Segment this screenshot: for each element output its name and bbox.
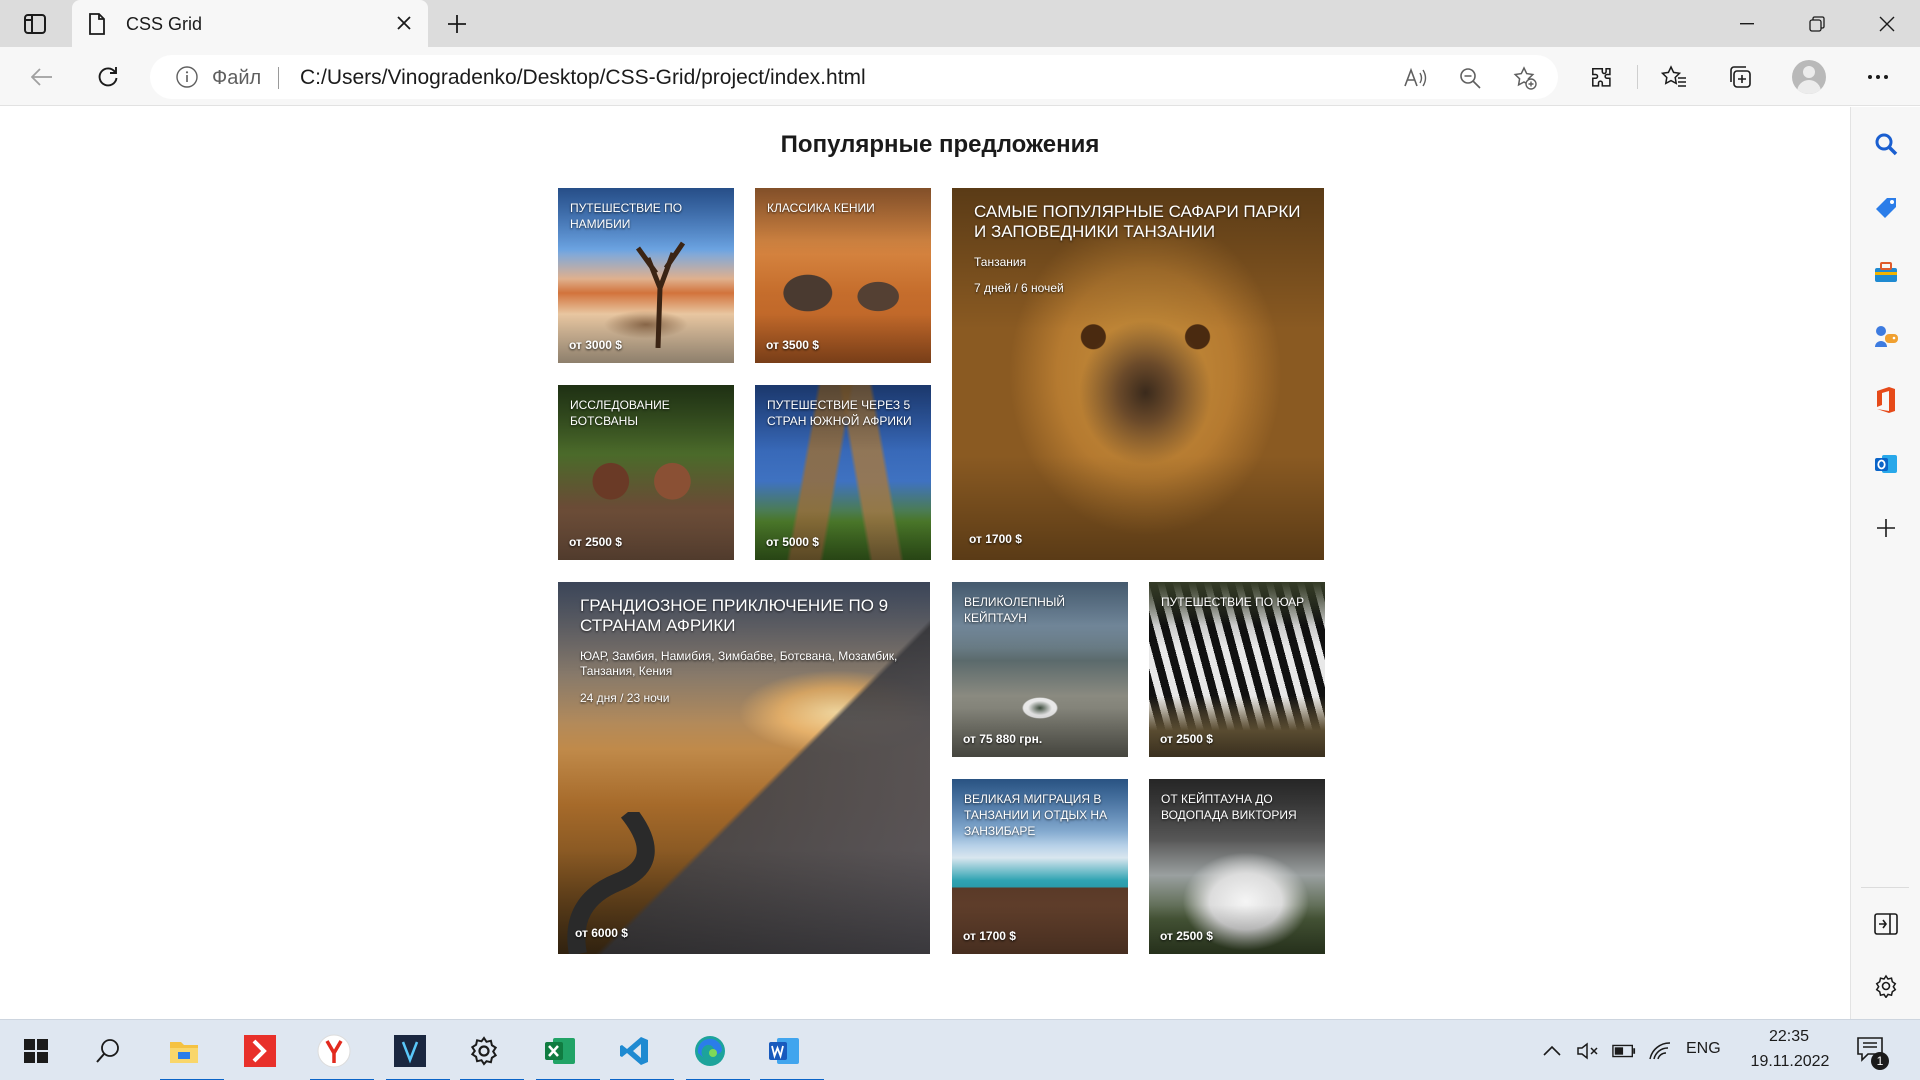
card-price: от 75 880 грн. xyxy=(963,732,1043,746)
collections-icon[interactable] xyxy=(1722,59,1758,95)
close-tab-icon[interactable] xyxy=(392,11,416,35)
card-price: от 3500 $ xyxy=(766,338,819,352)
anydesk-app-icon[interactable] xyxy=(236,1028,284,1074)
settings-gear-icon[interactable] xyxy=(1869,969,1903,1003)
clock-date[interactable]: 19.11.2022 xyxy=(1740,1053,1840,1071)
settings-app-icon[interactable] xyxy=(460,1028,524,1080)
add-favorite-icon[interactable] xyxy=(1510,63,1540,93)
excel-icon[interactable] xyxy=(536,1028,600,1080)
browser-toolbar: Файл C:/Users/Vinogradenko/Desktop/CSS-G… xyxy=(0,47,1920,106)
notification-count-badge: 1 xyxy=(1871,1052,1889,1070)
offer-card-africa-9[interactable]: Грандиозное приключение по 9 странам Афр… xyxy=(558,582,930,954)
tab-bar: CSS Grid xyxy=(0,0,1920,47)
card-duration: 24 дня / 23 ночи xyxy=(580,691,670,705)
show-hidden-icons-chevron-icon[interactable] xyxy=(1540,1039,1564,1063)
tab-css-grid[interactable]: CSS Grid xyxy=(72,0,428,47)
site-info-icon[interactable] xyxy=(176,66,198,93)
card-duration: 7 дней / 6 ночей xyxy=(974,281,1064,295)
language-indicator[interactable]: ENG xyxy=(1686,1040,1721,1058)
offer-card-migration-zanzibar[interactable]: Великая миграция в Танзании и отдых на З… xyxy=(952,779,1128,954)
offer-card-tanzania[interactable]: Самые популярные сафари парки и заповедн… xyxy=(952,188,1324,560)
offer-card-botswana[interactable]: Исследование Ботсваны от 2500 $ xyxy=(558,385,734,560)
card-title: От Кейптауна до водопада Виктория xyxy=(1161,792,1297,822)
word-icon[interactable] xyxy=(760,1028,824,1080)
dead-tree-image xyxy=(635,241,686,348)
card-price: от 3000 $ xyxy=(569,338,622,352)
tab-title: CSS Grid xyxy=(126,14,203,34)
taskbar-search-icon[interactable] xyxy=(84,1028,132,1074)
read-aloud-icon[interactable] xyxy=(1400,63,1430,93)
file-explorer-icon[interactable] xyxy=(160,1028,224,1080)
offer-card-victoria-falls[interactable]: От Кейптауна до водопада Виктория от 250… xyxy=(1149,779,1325,954)
toolbar-divider xyxy=(1637,65,1638,89)
tab-actions-icon[interactable] xyxy=(18,10,52,38)
card-title: Путешествие по ЮАР xyxy=(1161,595,1305,609)
battery-icon[interactable] xyxy=(1612,1039,1636,1063)
add-sidebar-app-icon[interactable] xyxy=(1869,511,1903,545)
back-arrow-icon[interactable] xyxy=(24,59,60,95)
page-title: Популярные предложения xyxy=(780,131,1100,158)
card-title: Путешествие по Намибии xyxy=(570,201,683,231)
reload-icon[interactable] xyxy=(90,59,126,95)
office-icon[interactable] xyxy=(1869,383,1903,417)
profile-avatar[interactable] xyxy=(1792,60,1826,94)
card-price: от 2500 $ xyxy=(569,535,622,549)
card-countries: ЮАР, Замбия, Намибия, Зимбабве, Ботсвана… xyxy=(580,649,898,678)
card-title: Великолепный Кейптаун xyxy=(964,595,1065,625)
card-title: Самые популярные сафари парки и заповедн… xyxy=(974,202,1301,241)
hide-sidebar-icon[interactable] xyxy=(1869,907,1903,941)
offer-card-capetown[interactable]: Великолепный Кейптаун от 75 880 грн. xyxy=(952,582,1128,757)
wifi-icon[interactable] xyxy=(1648,1039,1672,1063)
games-icon[interactable] xyxy=(1869,319,1903,353)
card-price: от 2500 $ xyxy=(1160,732,1213,746)
card-title: Великая миграция в Танзании и отдых на З… xyxy=(964,792,1108,838)
new-tab-icon[interactable] xyxy=(442,9,472,39)
scheme-label: Файл xyxy=(212,67,262,89)
url-text[interactable]: C:/Users/Vinogradenko/Desktop/CSS-Grid/p… xyxy=(300,66,866,90)
address-bar[interactable]: Файл C:/Users/Vinogradenko/Desktop/CSS-G… xyxy=(150,55,1558,99)
offer-card-south-africa[interactable]: Путешествие по ЮАР от 2500 $ xyxy=(1149,582,1325,757)
more-menu-icon[interactable] xyxy=(1860,59,1896,95)
zoom-out-icon[interactable] xyxy=(1455,63,1485,93)
card-price: от 5000 $ xyxy=(766,535,819,549)
windows-start-icon[interactable] xyxy=(12,1028,60,1074)
card-price: от 2500 $ xyxy=(1160,929,1213,943)
extensions-icon[interactable] xyxy=(1583,59,1619,95)
favorites-icon[interactable] xyxy=(1656,59,1692,95)
edge-browser-icon[interactable] xyxy=(686,1028,750,1080)
card-price: от 1700 $ xyxy=(963,929,1016,943)
card-title: Грандиозное приключение по 9 странам Афр… xyxy=(580,596,889,635)
v-app-icon[interactable] xyxy=(386,1028,450,1080)
address-divider xyxy=(278,67,279,89)
tools-icon[interactable] xyxy=(1869,255,1903,289)
edge-sidebar xyxy=(1850,107,1920,1019)
restore-icon[interactable] xyxy=(1786,0,1848,47)
shopping-tag-icon[interactable] xyxy=(1869,191,1903,225)
outlook-icon[interactable] xyxy=(1869,447,1903,481)
vscode-icon[interactable] xyxy=(610,1028,674,1080)
page-icon xyxy=(88,13,106,40)
offer-card-namibia[interactable]: Путешествие по Намибии от 3000 $ xyxy=(558,188,734,363)
close-window-icon[interactable] xyxy=(1856,0,1918,47)
card-country: Танзания xyxy=(974,255,1027,269)
clock-time[interactable]: 22:35 xyxy=(1760,1028,1818,1046)
card-title: Исследование Ботсваны xyxy=(570,398,670,428)
offer-card-five-countries[interactable]: Путешествие через 5 стран Южной Африки о… xyxy=(755,385,931,560)
yandex-browser-icon[interactable] xyxy=(310,1028,374,1080)
volume-muted-icon[interactable] xyxy=(1576,1039,1600,1063)
search-icon[interactable] xyxy=(1869,127,1903,161)
sidebar-divider xyxy=(1861,887,1909,888)
windows-taskbar: ENG 22:35 19.11.2022 1 xyxy=(0,1019,1920,1080)
card-price: от 1700 $ xyxy=(969,532,1022,546)
card-title: Классика Кении xyxy=(767,201,875,215)
web-page: Популярные предложения Путешествие по На… xyxy=(0,107,1850,1019)
card-price: от 6000 $ xyxy=(575,926,628,940)
card-title: Путешествие через 5 стран Южной Африки xyxy=(767,398,912,428)
offer-card-kenya[interactable]: Классика Кении от 3500 $ xyxy=(755,188,931,363)
minimize-icon[interactable] xyxy=(1716,0,1778,47)
